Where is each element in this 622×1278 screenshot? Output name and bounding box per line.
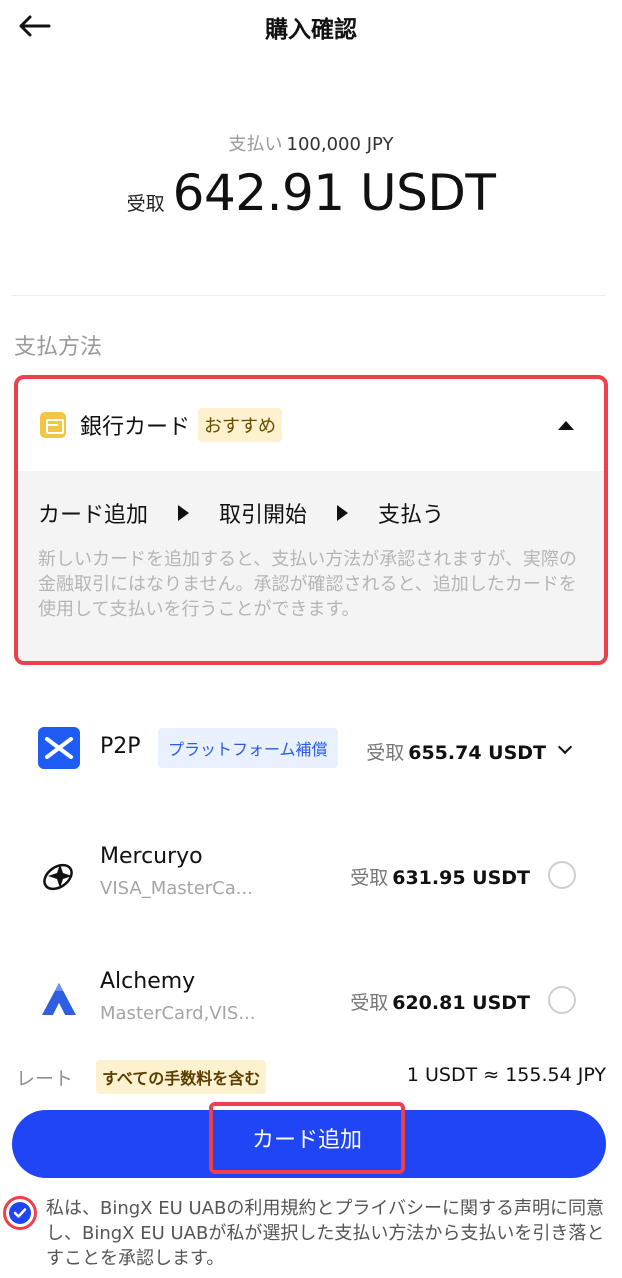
header: 購入確認 [0,0,622,52]
receive-label: 受取 [350,992,389,1014]
rate-label: レート [16,1068,74,1090]
checkmark-icon [9,1202,31,1224]
receive-amount: 620.81 USDT [392,992,530,1014]
rate-row: レート すべての手数料を含む 1 USDT ≈ 155.54 JPY [16,1060,606,1094]
add-card-button[interactable]: カード追加 [12,1102,606,1178]
step-pay: 支払う [378,503,445,528]
method-name: P2P [100,734,141,759]
method-receive: 受取 620.81 USDT [350,988,530,1015]
play-arrow-icon [178,505,190,521]
method-sub: MasterCard,VIS... [100,1003,256,1024]
fee-included-badge: すべての手数料を含む [96,1060,267,1094]
method-mercuryo[interactable]: Mercuryo VISA_MasterCa... 受取 631.95 USDT [38,842,584,908]
method-radio[interactable] [548,861,576,889]
method-sub: VISA_MasterCa... [100,878,253,899]
receive-label: 受取 [350,867,389,889]
method-alchemy[interactable]: Alchemy MasterCard,VIS... 受取 620.81 USDT [38,967,584,1033]
credit-card-icon [40,412,66,438]
receive-label: 受取 [366,742,405,764]
bank-card-option[interactable]: 銀行カード おすすめ カード追加 取引開始 支払う 新しいカードを追加すると、支… [14,375,608,665]
receive-amount: 642.91 USDT [172,164,496,222]
method-receive: 受取 631.95 USDT [350,863,530,890]
method-name: Mercuryo [100,844,203,869]
method-p2p[interactable]: P2P プラットフォーム補償 受取 655.74 USDT [38,718,584,778]
receive-line: 受取 642.91 USDT [0,164,622,222]
add-card-button-label: カード追加 [209,1102,405,1174]
pay-amount: 100,000 JPY [286,134,394,155]
bank-card-details: カード追加 取引開始 支払う 新しいカードを追加すると、支払い方法が承認されます… [18,471,604,661]
method-radio[interactable] [548,986,576,1014]
receive-amount: 631.95 USDT [392,867,530,889]
p2p-logo-icon [38,727,80,769]
page-title: 購入確認 [265,17,357,43]
alchemy-logo-icon [38,979,80,1021]
receive-label: 受取 [126,193,165,215]
method-receive: 受取 655.74 USDT [366,738,546,765]
step-start-trade: 取引開始 [219,503,308,528]
bank-card-header[interactable]: 銀行カード おすすめ [18,379,604,471]
divider [12,295,606,296]
recommend-badge: おすすめ [198,408,283,442]
agreement-text: 私は、BingX EU UABの利用規約とプライバシーに関する声明に同意し、Bi… [46,1198,605,1269]
pay-line: 支払い 100,000 JPY [0,130,622,156]
rate-value: 1 USDT ≈ 155.54 JPY [406,1064,606,1086]
steps: カード追加 取引開始 支払う [38,497,584,529]
bank-card-description: 新しいカードを追加すると、支払い方法が承認されますが、実際の金融取引にはなりませ… [38,549,577,620]
agreement-checkbox[interactable] [3,1196,37,1230]
step-add-card: カード追加 [38,503,149,528]
mercuryo-logo-icon [38,854,80,896]
bank-card-title: 銀行カード [80,415,191,440]
order-summary: 支払い 100,000 JPY 受取 642.91 USDT [0,130,622,222]
chevron-down-icon[interactable] [557,739,573,755]
receive-amount: 655.74 USDT [408,742,546,764]
caret-up-icon[interactable] [558,421,574,430]
payment-method-label: 支払方法 [14,335,103,360]
platform-guarantee-badge: プラットフォーム補償 [158,728,338,768]
play-arrow-icon [337,505,349,521]
pay-label: 支払い [228,134,283,155]
method-name: Alchemy [100,969,196,994]
